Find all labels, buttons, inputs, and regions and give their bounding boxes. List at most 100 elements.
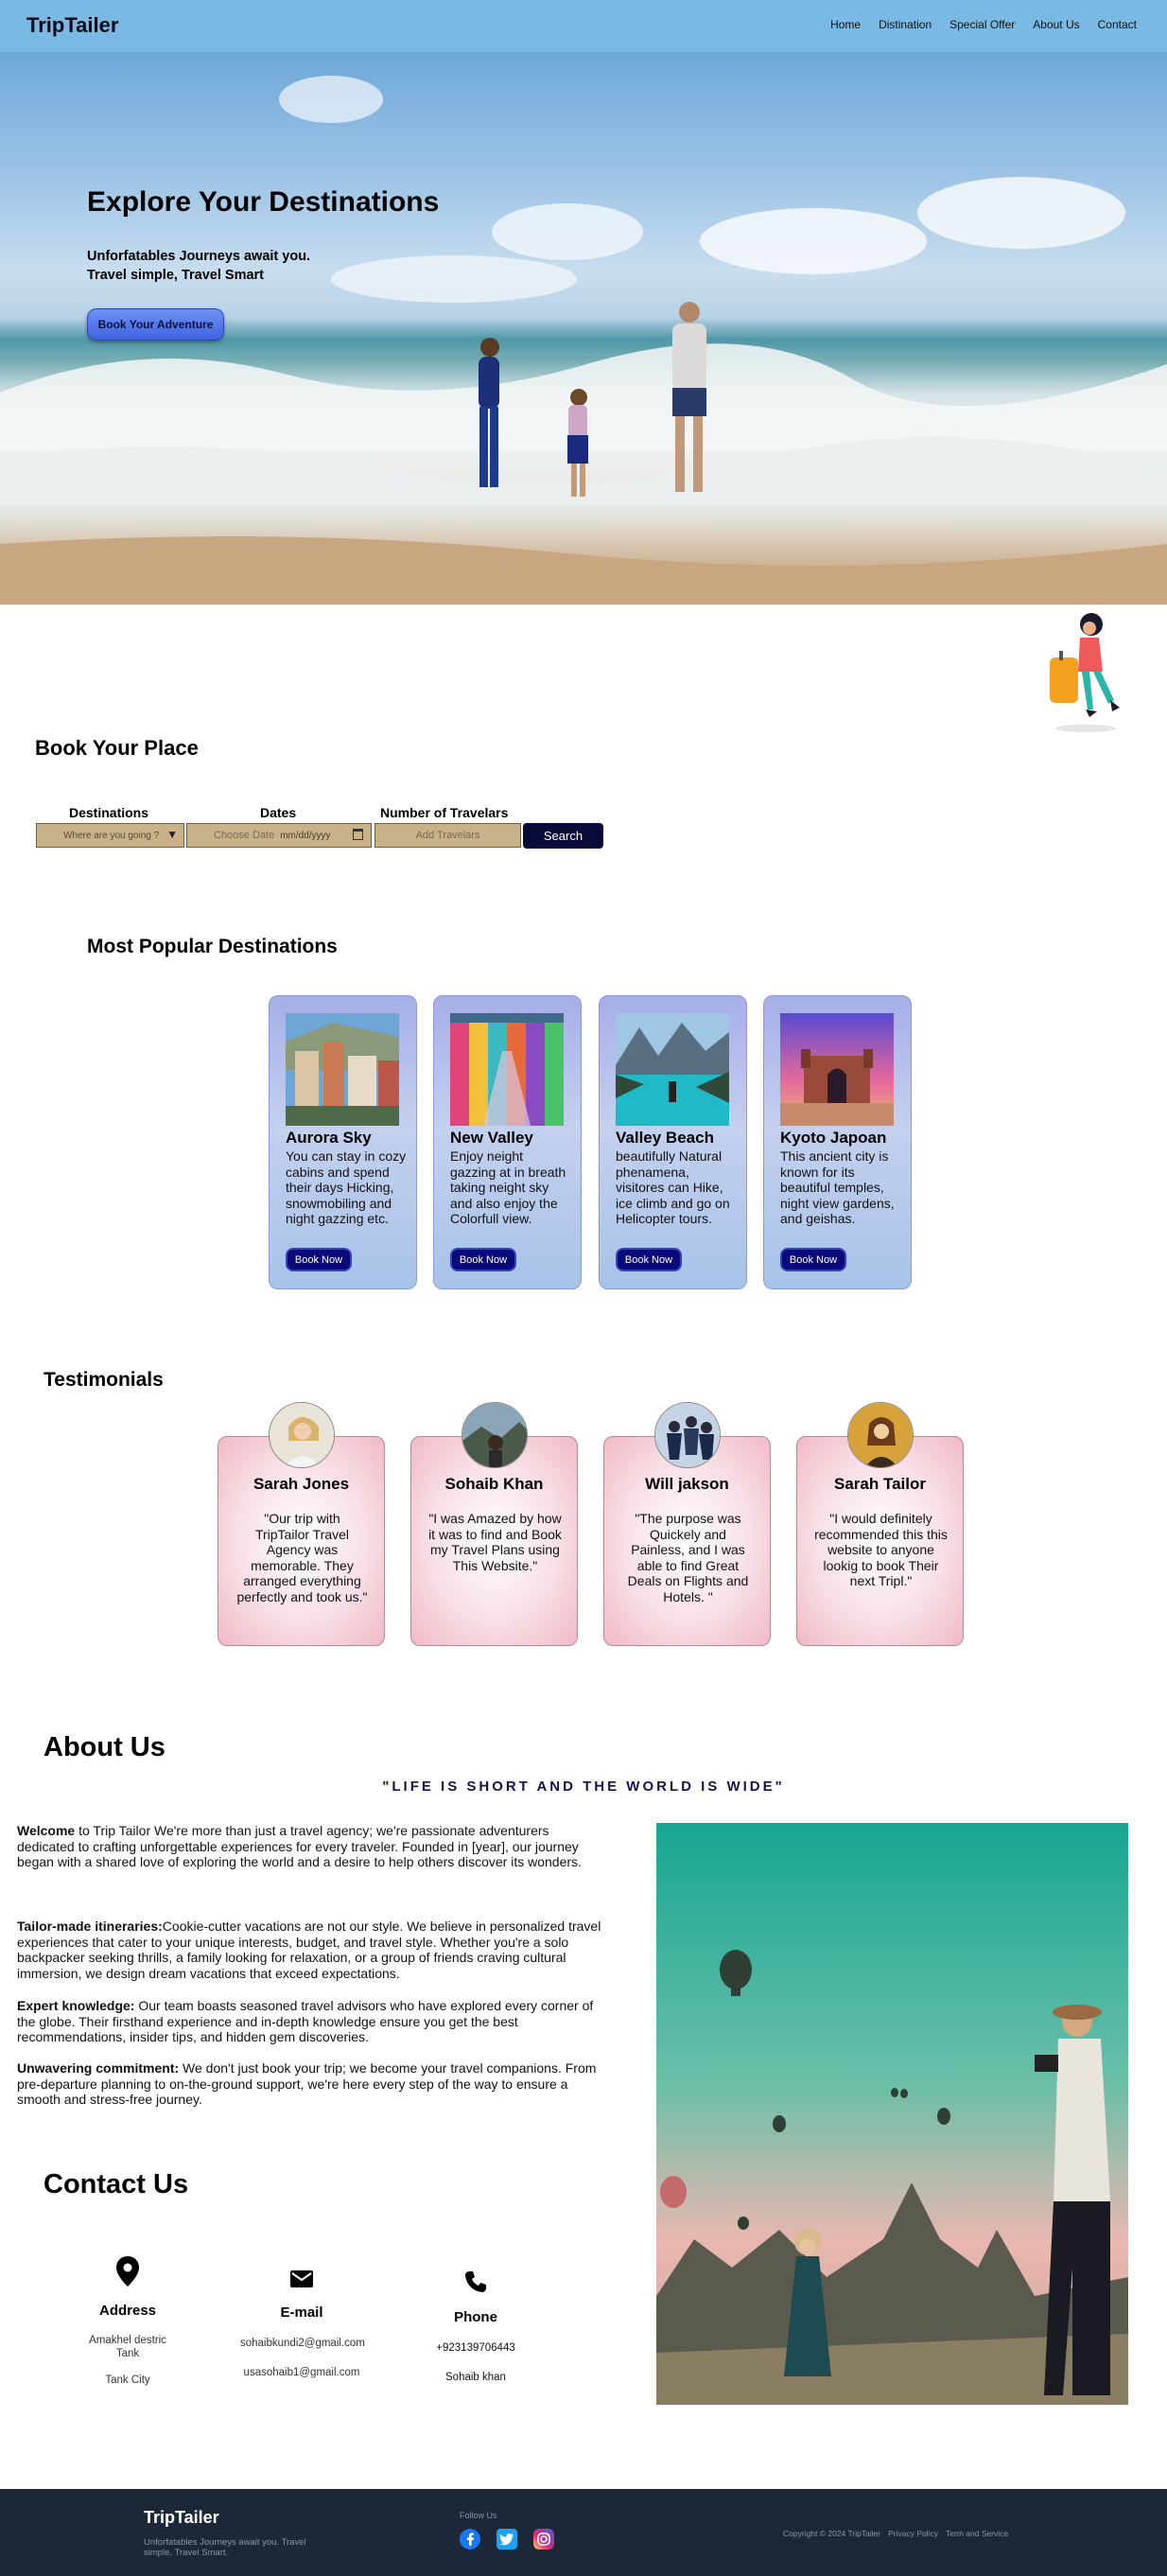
date-format: mm/dd/yyyy	[280, 830, 331, 841]
nav-special-offer[interactable]: Special Offer	[949, 18, 1015, 31]
popular-title: Most Popular Destinations	[87, 936, 338, 957]
contact-title: Contact Us	[44, 2169, 189, 2199]
destination-description: beautifully Natural phenamena, visitores…	[616, 1148, 730, 1226]
destination-name: Valley Beach	[616, 1129, 714, 1147]
about-p2-bold: Tailor-made itineraries:	[17, 1919, 163, 1934]
destination-card: Aurora Sky You can stay in cozy cabins a…	[269, 995, 417, 1289]
footer-copyright: Copyright © 2024 TripTailer	[783, 2529, 881, 2538]
phone-owner: Sohaib khan	[445, 2372, 506, 2383]
book-now-button[interactable]: Book Now	[780, 1248, 846, 1271]
avatar	[654, 1402, 721, 1468]
calendar-icon[interactable]	[353, 829, 363, 840]
avatar	[269, 1402, 335, 1468]
hero-title: Explore Your Destinations	[87, 186, 440, 218]
about-p4-bold: Unwavering commitment:	[17, 2060, 180, 2076]
twitter-icon[interactable]	[496, 2529, 517, 2550]
valley-beach-image	[616, 1013, 729, 1126]
footer-brand: TripTailer	[144, 2508, 219, 2527]
chevron-down-icon: ▼	[166, 828, 178, 841]
date-placeholder: Choose Date	[214, 830, 275, 841]
testimonial-name: Sarah Jones	[253, 1475, 350, 1493]
about-p3-bold: Expert knowledge:	[17, 1998, 135, 2013]
address-heading: Address	[98, 2303, 157, 2319]
social-icons	[460, 2529, 554, 2550]
testimonial-text: "The purpose was Quickely and Painless, …	[627, 1511, 749, 1604]
hero-subtitle: Unforfatables Journeys await you. Travel…	[87, 247, 310, 285]
about-paragraph-itineraries: Tailor-made itineraries:Cookie-cutter va…	[17, 1919, 605, 1981]
date-input[interactable]: Choose Date mm/dd/yyyy	[186, 823, 372, 848]
destination-description: Enjoy neight gazzing at in breath taking…	[450, 1148, 566, 1226]
email-heading: E-mail	[280, 2304, 323, 2321]
about-paragraph-welcome: Welcome to Trip Tailor We're more than j…	[17, 1823, 605, 1870]
hero-section: Explore Your Destinations Unforfatables …	[0, 52, 1167, 605]
contact-phone: Phone +923139706443 Sohaib khan	[414, 2270, 537, 2384]
address-line2: Tank City	[105, 2374, 150, 2386]
testimonial-name: Will jakson	[645, 1475, 729, 1493]
phone-number[interactable]: +923139706443	[414, 2341, 537, 2355]
destination-name: New Valley	[450, 1129, 533, 1147]
nav-links: Home Distination Special Offer About Us …	[830, 18, 1137, 31]
instagram-icon[interactable]	[533, 2529, 554, 2550]
destination-name: Kyoto Japoan	[780, 1129, 887, 1147]
aurora-sky-image	[286, 1013, 399, 1126]
testimonial-name: Sohaib Khan	[444, 1475, 544, 1493]
footer-privacy-link[interactable]: Privacy Policy	[888, 2529, 938, 2538]
testimonial-text: "I was Amazed by how it was to find and …	[428, 1511, 562, 1573]
nav-destination[interactable]: Distination	[879, 18, 932, 31]
nav-home[interactable]: Home	[830, 18, 861, 31]
about-balloons-image	[656, 1823, 1128, 2405]
new-valley-image	[450, 1013, 564, 1126]
book-section-title: Book Your Place	[35, 736, 199, 760]
kyoto-japoan-image	[780, 1013, 894, 1126]
facebook-icon[interactable]	[460, 2529, 480, 2550]
email-secondary[interactable]: usasohaib1@gmail.com	[240, 2366, 363, 2379]
footer-links: Copyright © 2024 TripTailer Privacy Poli…	[783, 2529, 1008, 2538]
testimonial-text: "Our trip with TripTailor Travel Agency …	[236, 1511, 368, 1604]
travelers-input[interactable]: Add Travelars	[374, 823, 521, 848]
traveler-illustration	[1050, 613, 1120, 732]
about-paragraph-commitment: Unwavering commitment: We don't just boo…	[17, 2060, 605, 2108]
about-title: About Us	[44, 1732, 165, 1762]
hero-subtitle-line2: Travel simple, Travel Smart	[87, 268, 264, 283]
about-tagline: "LIFE IS SHORT AND THE WORLD IS WIDE"	[382, 1779, 785, 1795]
dates-label: Dates	[260, 805, 297, 820]
testimonial-name: Sarah Tailor	[834, 1475, 926, 1493]
phone-heading: Phone	[454, 2309, 497, 2325]
email-primary[interactable]: sohaibkundi2@gmail.com	[240, 2337, 365, 2350]
mail-icon	[290, 2270, 313, 2287]
destination-card: Valley Beach beautifully Natural phename…	[599, 995, 747, 1289]
destination-card: New Valley Enjoy neight gazzing at in br…	[433, 995, 582, 1289]
destination-select[interactable]: Where are you going ? ▼	[36, 823, 184, 848]
book-now-button[interactable]: Book Now	[616, 1248, 682, 1271]
destination-description: This ancient city is known for its beaut…	[780, 1148, 895, 1226]
testimonial-text: "I would definitely recommended this thi…	[814, 1511, 948, 1588]
travelers-label: Number of Travelars	[380, 805, 509, 820]
destination-card: Kyoto Japoan This ancient city is known …	[763, 995, 912, 1289]
avatar	[462, 1402, 528, 1468]
book-now-button[interactable]: Book Now	[286, 1248, 352, 1271]
destination-description: You can stay in cozy cabins and spend th…	[286, 1148, 407, 1226]
footer-follow-label: Follow Us	[460, 2511, 497, 2520]
contact-address: Address Amakhel destric Tank Tank City	[66, 2256, 189, 2387]
destination-select-text: Where are you going ?	[63, 830, 160, 841]
travelers-placeholder: Add Travelars	[415, 830, 480, 841]
nav-contact[interactable]: Contact	[1098, 18, 1137, 31]
about-paragraph-knowledge: Expert knowledge: Our team boasts season…	[17, 1998, 605, 2045]
destination-name: Aurora Sky	[286, 1129, 372, 1147]
contact-email: E-mail sohaibkundi2@gmail.com usasohaib1…	[240, 2270, 365, 2379]
address-line1: Amakhel destric Tank	[89, 2335, 166, 2359]
nav-about[interactable]: About Us	[1033, 18, 1079, 31]
location-pin-icon	[116, 2256, 139, 2287]
about-p1-text: to Trip Tailor We're more than just a tr…	[17, 1823, 582, 1869]
phone-icon	[465, 2271, 486, 2292]
book-adventure-button[interactable]: Book Your Adventure	[87, 308, 224, 341]
hero-subtitle-line1: Unforfatables Journeys await you.	[87, 249, 311, 264]
brand-logo[interactable]: TripTailer	[26, 13, 118, 38]
testimonials-title: Testimonials	[44, 1369, 164, 1391]
about-p1-bold: Welcome	[17, 1823, 76, 1838]
search-button[interactable]: Search	[523, 823, 603, 849]
destinations-label: Destinations	[69, 805, 149, 820]
book-now-button[interactable]: Book Now	[450, 1248, 516, 1271]
footer-tagline: Unforfatables Journeys await you. Travel…	[144, 2537, 306, 2558]
footer-terms-link[interactable]: Term and Service	[946, 2529, 1008, 2538]
